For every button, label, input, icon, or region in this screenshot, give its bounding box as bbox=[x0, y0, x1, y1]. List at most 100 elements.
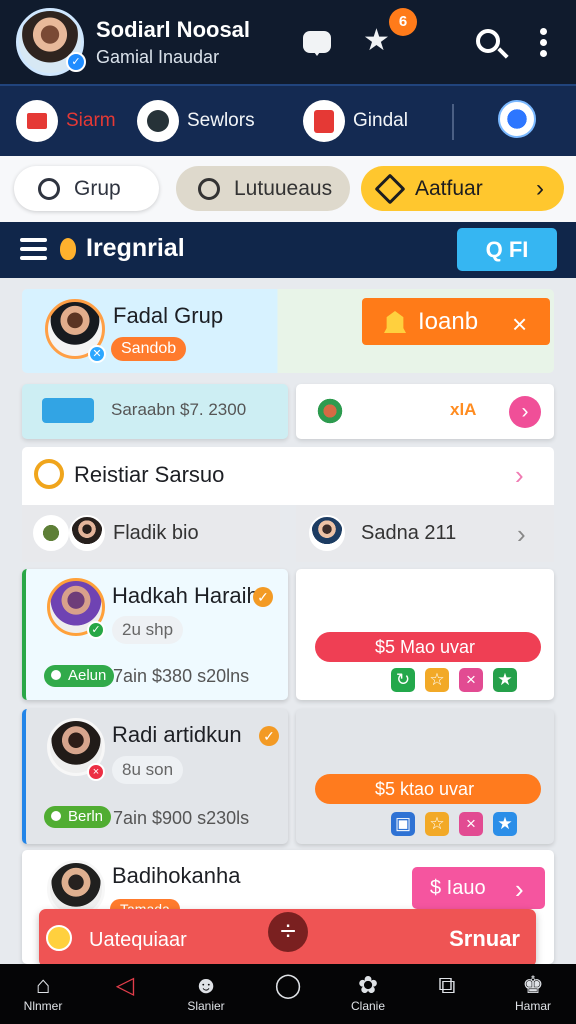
home-icon: ⌂ bbox=[35, 972, 51, 999]
search-icon[interactable] bbox=[476, 29, 500, 53]
toast-left-text: Uatequiaar bbox=[89, 929, 187, 951]
nav-user-label: Hamar bbox=[514, 999, 551, 1013]
man-avatar bbox=[309, 515, 345, 551]
middle-filter-label: Lutuueaus bbox=[234, 176, 333, 200]
gift-icon: ✿ bbox=[357, 972, 379, 999]
reward-chevron-icon[interactable]: › bbox=[509, 396, 541, 428]
calendar-icon: ▣ bbox=[391, 812, 415, 836]
refresh-icon: ↻ bbox=[391, 668, 415, 692]
circle-home-icon: ◯ bbox=[274, 972, 302, 999]
shortcut-strip: Siarm Sewlors Gindal bbox=[0, 84, 576, 156]
notification-count-badge: 6 bbox=[389, 8, 417, 36]
more-vertical-icon[interactable] bbox=[540, 28, 548, 58]
cross-icon: × bbox=[459, 668, 483, 692]
shopping-bag-icon bbox=[303, 100, 345, 142]
copy-icon: ⧉ bbox=[438, 972, 456, 999]
registration-chevron-icon: › bbox=[515, 460, 524, 490]
shortcut-sewlors-label: Sewlors bbox=[187, 110, 255, 131]
profile-card-secondary-price: 7ain $900 s230ls bbox=[113, 808, 250, 828]
shortcut-siarm[interactable]: Siarm bbox=[16, 100, 116, 142]
back-icon: ◁ bbox=[115, 972, 135, 999]
featured-group-title: Fadal Grup bbox=[113, 303, 224, 328]
user-icon: ♚ bbox=[522, 972, 544, 999]
character-icon bbox=[311, 392, 349, 430]
wallet-icon bbox=[16, 100, 58, 142]
profile-subtitle: Gamial Inaudar bbox=[96, 47, 220, 67]
shortcut-gindal[interactable]: Gindal bbox=[303, 100, 408, 142]
bottom-profile-name: Badihokanha bbox=[112, 863, 241, 888]
verified-icon: ✓ bbox=[253, 587, 273, 607]
chat-icon[interactable] bbox=[303, 31, 331, 56]
divide-action-button[interactable]: ÷ bbox=[268, 912, 308, 952]
group-row-right-text: Sadna 211 bbox=[361, 522, 457, 544]
chevron-right-icon: › bbox=[536, 174, 544, 202]
face-icon: ☻ bbox=[193, 972, 219, 999]
star-outline-icon-secondary: ☆ bbox=[425, 812, 449, 836]
woman-avatar bbox=[69, 515, 105, 551]
verified-icon-secondary: ✓ bbox=[259, 726, 279, 746]
profile-card-secondary-badge: 8u son bbox=[112, 756, 184, 784]
shield-icon bbox=[137, 100, 179, 142]
menu-icon[interactable] bbox=[20, 238, 47, 260]
verified-badge-icon: ✓ bbox=[66, 52, 86, 72]
clock-icon bbox=[34, 459, 64, 489]
profile-card-price: 7ain $380 s20lns bbox=[113, 666, 250, 686]
star-icon[interactable]: ★ bbox=[363, 23, 390, 59]
nav-user[interactable]: ♚ Hamar bbox=[494, 972, 572, 1018]
group-filter-label: Grup bbox=[74, 176, 121, 200]
cross-icon-secondary: × bbox=[459, 812, 483, 836]
shortcut-divider bbox=[452, 104, 454, 140]
nav-home-label: Nlnmer bbox=[23, 999, 63, 1013]
arrow-icon bbox=[374, 172, 406, 205]
system-navigation-bar: ⌂ Nlnmer ◁ ☻ Slanier ◯ ✿ Clanie ⧉ ♚ Hamar bbox=[0, 964, 576, 1024]
star-filled-icon: ★ bbox=[493, 668, 517, 692]
star-filled-icon-secondary: ★ bbox=[493, 812, 517, 836]
middle-filter-button[interactable]: Lutuueaus bbox=[176, 166, 350, 211]
lock-icon bbox=[198, 177, 220, 200]
toast-action-text[interactable]: Srnuar bbox=[449, 926, 520, 952]
globe-icon[interactable] bbox=[498, 100, 536, 138]
group-row-chevron-icon: › bbox=[517, 519, 526, 549]
shortcut-siarm-label: Siarm bbox=[66, 110, 116, 131]
group-row-left-text: Fladik bio bbox=[113, 522, 199, 544]
group-filter-button[interactable]: Grup bbox=[14, 166, 159, 211]
nav-back[interactable]: ◁ bbox=[86, 972, 164, 1018]
feature-filter-button[interactable]: Aatfuar › bbox=[361, 166, 564, 211]
feature-filter-label: Aatfuar bbox=[415, 176, 483, 200]
profile-card-status: Aelun bbox=[44, 665, 115, 687]
offer-secondary-button[interactable]: $5 ktao uvar bbox=[315, 774, 541, 804]
quick-filter-button[interactable]: Q FI bbox=[457, 228, 557, 271]
reward-mini-text: xlA bbox=[450, 400, 477, 419]
profile-name: Sodiarl Noosal bbox=[96, 17, 251, 42]
bottom-action-chevron-icon: › bbox=[515, 874, 524, 904]
nav-profile[interactable]: ☻ Slanier bbox=[167, 972, 245, 1018]
group-icon bbox=[38, 177, 60, 200]
profile-card-secondary-name: Radi artidkun bbox=[112, 722, 242, 747]
nav-circle-home[interactable]: ◯ bbox=[249, 972, 327, 1018]
nav-gifts-label: Clanie bbox=[350, 999, 386, 1013]
nav-gifts[interactable]: ✿ Clanie bbox=[329, 972, 407, 1018]
nav-recents[interactable]: ⧉ bbox=[408, 972, 486, 1018]
featured-group-badge: Sandob bbox=[111, 337, 187, 361]
offer-icons: ↻ ☆ × ★ bbox=[391, 668, 517, 692]
close-icon[interactable]: × bbox=[512, 309, 527, 340]
alert-icon: × bbox=[87, 763, 105, 781]
check-icon: ✓ bbox=[87, 621, 105, 639]
offer-button[interactable]: $5 Mao uvar bbox=[315, 632, 541, 662]
profile-card-badge: 2u shp bbox=[112, 616, 184, 644]
flame-icon bbox=[60, 238, 76, 260]
profile-card-name: Hadkah Haraih bbox=[112, 583, 259, 608]
shortcut-sewlors[interactable]: Sewlors bbox=[137, 100, 255, 142]
star-outline-icon: ☆ bbox=[425, 668, 449, 692]
filter-row: Grup Lutuueaus Aatfuar › bbox=[0, 156, 576, 222]
offer-mini-text: Saraabn $7. 2300 bbox=[111, 400, 247, 419]
ticket-icon bbox=[42, 398, 94, 423]
nav-profile-label: Slanier bbox=[187, 999, 225, 1013]
settings-icon: ✕ bbox=[88, 345, 106, 363]
section-title: Iregnrial bbox=[86, 234, 185, 262]
profile-card-secondary-status: Berln bbox=[44, 806, 112, 828]
nav-home[interactable]: ⌂ Nlnmer bbox=[4, 972, 82, 1018]
registration-list-title: Reistiar Sarsuo bbox=[74, 462, 225, 487]
frog-avatar bbox=[33, 515, 69, 551]
bottom-action-button[interactable]: $ Iauo bbox=[412, 867, 545, 909]
